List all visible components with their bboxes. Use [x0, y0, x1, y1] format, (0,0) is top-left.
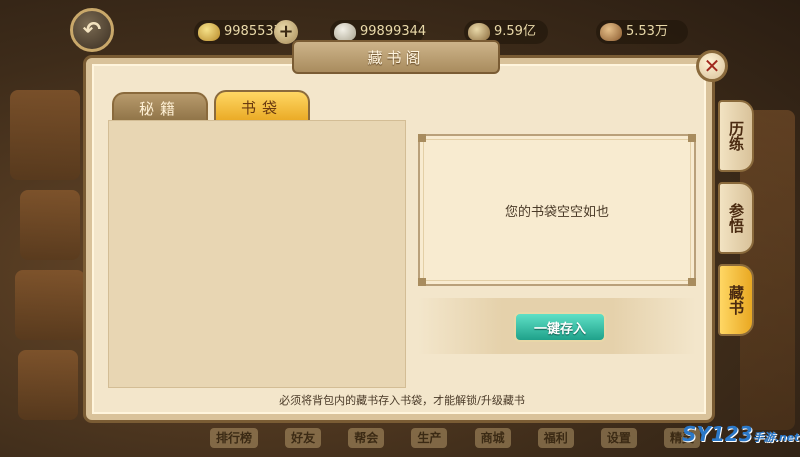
- nav-production[interactable]: 生产: [411, 428, 448, 448]
- corner-ornament: [688, 278, 696, 286]
- nav-friends[interactable]: 好友: [285, 428, 322, 448]
- side-tab-book-collection[interactable]: 藏书: [718, 264, 754, 336]
- coin-pouch-icon: [468, 23, 490, 41]
- back-arrow-icon[interactable]: ↶: [70, 8, 114, 52]
- watermark-suffix: .net: [774, 431, 800, 444]
- tab-book-bag[interactable]: 书袋: [214, 90, 310, 122]
- close-icon[interactable]: ✕: [696, 50, 728, 82]
- side-tab-enlightenment[interactable]: 参悟: [718, 182, 754, 254]
- store-all-button[interactable]: 一键存入: [514, 312, 606, 342]
- tab-secret-manuals[interactable]: 秘籍: [112, 92, 208, 122]
- book-grid-area: [108, 120, 406, 388]
- nav-settings[interactable]: 设置: [600, 428, 637, 448]
- currency-silver-value: 99899344: [360, 24, 427, 39]
- background-building: [10, 90, 80, 180]
- site-watermark: SY123手游.net: [682, 422, 799, 446]
- empty-bag-message: 您的书袋空空如也: [504, 204, 609, 220]
- gold-ingot-icon: [198, 23, 220, 41]
- side-tab-training[interactable]: 历练: [718, 100, 754, 172]
- scroll-icon: [600, 23, 622, 41]
- background-building: [15, 270, 85, 340]
- watermark-main: SY123: [682, 422, 753, 446]
- bottom-nav: 排行榜 好友 帮会 生产 商城 福利 设置 精灵: [210, 428, 700, 448]
- corner-ornament: [418, 278, 426, 286]
- nav-ranking[interactable]: 排行榜: [210, 428, 259, 448]
- side-tab-training-label: 历练: [727, 121, 745, 151]
- currency-gold: 99855370 +: [194, 20, 298, 44]
- nav-guild[interactable]: 帮会: [348, 428, 385, 448]
- currency-coins-value: 9.59亿: [494, 24, 536, 39]
- footer-note: 必须将背包内的藏书存入书袋，才能解锁/升级藏书: [279, 394, 525, 407]
- corner-ornament: [418, 134, 426, 142]
- silver-ingot-icon: [334, 23, 356, 41]
- nav-shop[interactable]: 商城: [474, 428, 511, 448]
- watermark-sub: 手游: [752, 431, 775, 444]
- currency-scroll-value: 5.53万: [626, 24, 668, 39]
- dialog-title: 藏书阁: [292, 40, 500, 74]
- empty-bag-box: 您的书袋空空如也: [418, 134, 696, 286]
- side-tab-book-collection-label: 藏书: [727, 285, 745, 315]
- nav-welfare[interactable]: 福利: [537, 428, 574, 448]
- background-building: [20, 190, 80, 260]
- currency-scroll: 5.53万: [596, 20, 688, 44]
- side-tab-enlightenment-label: 参悟: [727, 203, 745, 233]
- background-building: [18, 350, 78, 420]
- corner-ornament: [688, 134, 696, 142]
